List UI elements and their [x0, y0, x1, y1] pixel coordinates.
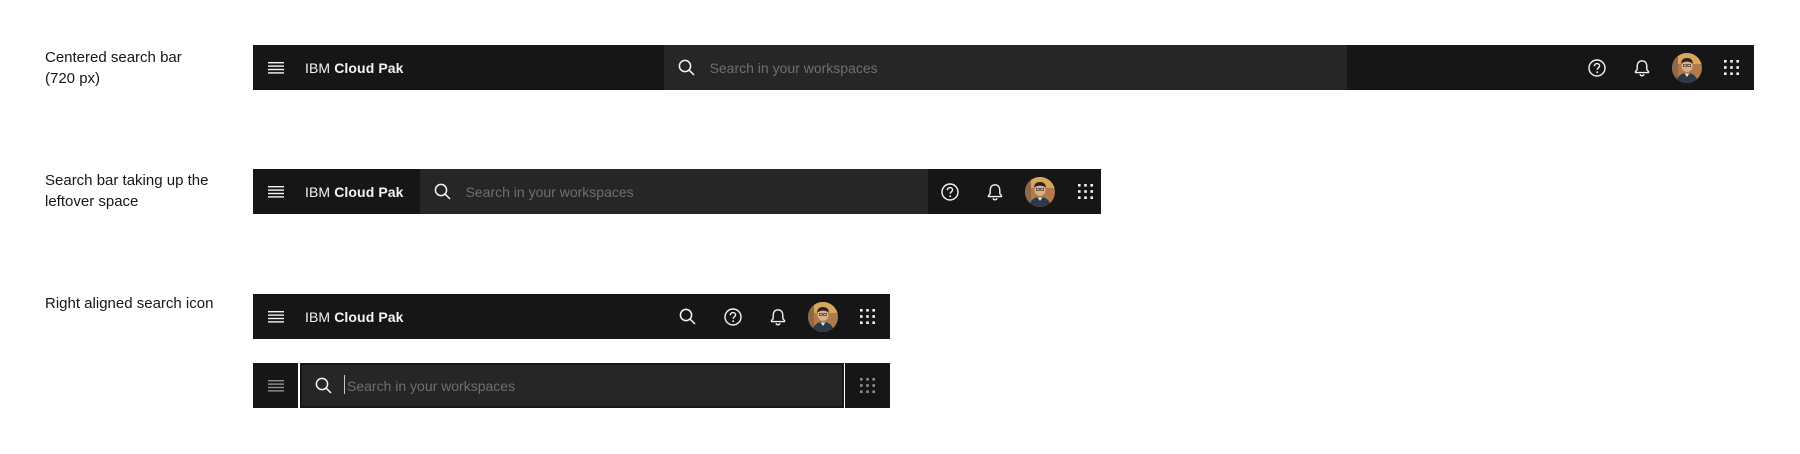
app-switcher-button[interactable]: [1709, 45, 1754, 90]
app-switcher-icon: [1724, 60, 1739, 75]
search-placeholder: Search in your workspaces: [709, 59, 878, 76]
brand-product: Cloud Pak: [334, 59, 404, 76]
row-label-right-aligned: Right aligned search icon: [45, 293, 235, 314]
brand-product: Cloud Pak: [334, 183, 404, 200]
app-switcher-icon: [860, 309, 875, 324]
app-switcher-icon: [1077, 184, 1093, 199]
user-avatar: [807, 301, 838, 332]
search-icon-wrap: [302, 365, 344, 406]
notification-bell-icon: [1634, 59, 1649, 77]
help-icon: [1587, 58, 1606, 77]
help-button[interactable]: [710, 294, 755, 339]
menu-button[interactable]: [253, 45, 298, 90]
hamburger-menu-icon: [267, 310, 284, 323]
avatar-button[interactable]: [1018, 169, 1063, 214]
header-right-aligned: IBM Cloud Pak: [253, 294, 890, 339]
menu-button[interactable]: [253, 294, 298, 339]
search-icon: [679, 308, 696, 325]
app-switcher-button[interactable]: [1063, 169, 1108, 214]
brand-name[interactable]: IBM Cloud Pak: [298, 184, 420, 200]
search-placeholder: Search in your workspaces: [465, 183, 634, 200]
row-label-centered-line1: Centered search bar: [45, 49, 182, 66]
search-bar[interactable]: Search in your workspaces: [663, 45, 1347, 90]
search-bar[interactable]: Search in your workspaces: [419, 169, 928, 214]
user-avatar: [1025, 176, 1056, 207]
hamburger-menu-icon: [267, 185, 284, 198]
search-input[interactable]: Search in your workspaces: [300, 363, 844, 408]
search-icon: [678, 59, 695, 76]
brand-prefix: IBM: [305, 308, 331, 325]
notifications-button[interactable]: [1619, 45, 1664, 90]
header-search-expanded: Search in your workspaces: [253, 363, 890, 408]
brand-product: Cloud Pak: [334, 308, 404, 325]
search-icon: [315, 377, 332, 394]
brand-name[interactable]: IBM Cloud Pak: [298, 60, 420, 76]
brand-prefix: IBM: [305, 59, 331, 76]
search-placeholder: Search in your workspaces: [347, 377, 516, 394]
brand-name[interactable]: IBM Cloud Pak: [298, 309, 420, 325]
help-icon: [941, 182, 959, 201]
hamburger-menu-icon: [267, 61, 284, 74]
page: Centered search bar (720 px) IBM Cloud P…: [0, 0, 1800, 454]
brand-prefix: IBM: [305, 183, 331, 200]
text-cursor: [344, 375, 345, 394]
row-label-right-aligned-text: Right aligned search icon: [45, 295, 214, 312]
app-switcher-button[interactable]: [845, 294, 890, 339]
menu-button[interactable]: [253, 363, 298, 408]
header-leftover: IBM Cloud Pak Search in your workspaces: [253, 169, 1101, 214]
help-button[interactable]: [1574, 45, 1619, 90]
app-switcher-button[interactable]: [845, 363, 890, 408]
help-button[interactable]: [928, 169, 973, 214]
search-icon-wrap: [664, 45, 710, 90]
row-label-leftover-line1: Search bar taking up the: [45, 172, 209, 189]
search-icon: [434, 183, 451, 200]
notifications-button[interactable]: [755, 294, 800, 339]
row-label-leftover-line2: leftover space: [45, 193, 139, 210]
row-label-leftover: Search bar taking up the leftover space: [45, 170, 245, 212]
user-avatar: [1671, 52, 1702, 83]
search-icon-wrap: [420, 169, 466, 214]
row-label-centered: Centered search bar (720 px): [45, 47, 235, 89]
help-icon: [723, 307, 742, 326]
notifications-button[interactable]: [973, 169, 1018, 214]
notification-bell-icon: [987, 183, 1003, 201]
avatar-button[interactable]: [800, 294, 845, 339]
notification-bell-icon: [770, 308, 785, 325]
hamburger-menu-icon: [267, 379, 284, 392]
row-label-centered-line2: (720 px): [45, 70, 101, 87]
menu-button[interactable]: [253, 169, 298, 214]
app-switcher-icon: [860, 378, 875, 393]
search-button[interactable]: [665, 294, 710, 339]
avatar-button[interactable]: [1664, 45, 1709, 90]
header-centered: IBM Cloud Pak Search in your workspaces: [253, 45, 1754, 90]
